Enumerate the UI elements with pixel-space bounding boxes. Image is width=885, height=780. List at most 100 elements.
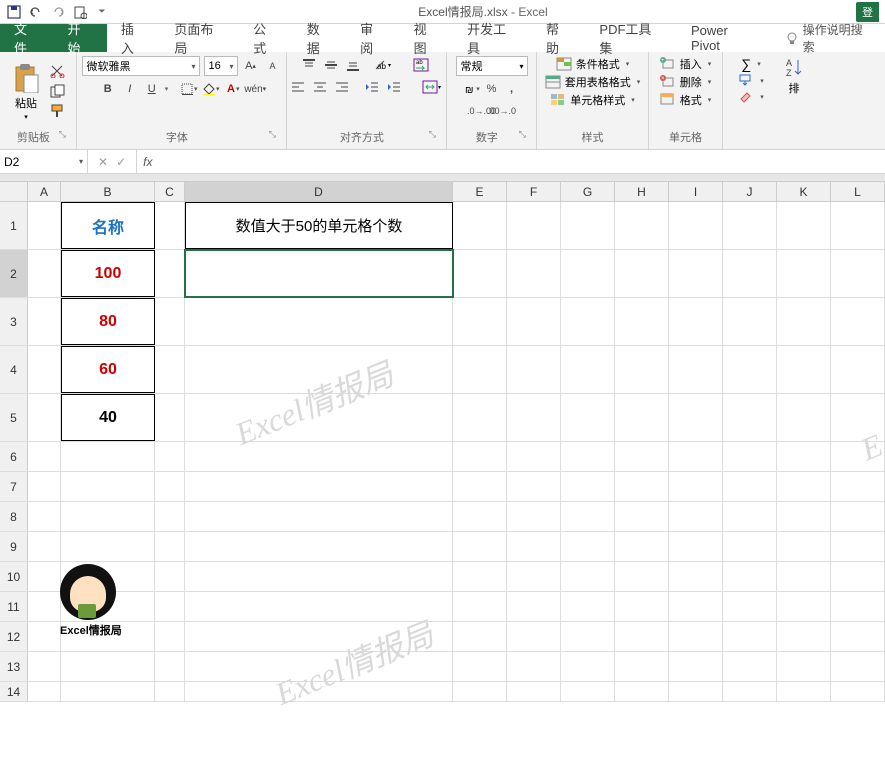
cell-C13[interactable] [155, 652, 185, 681]
cell-L11[interactable] [831, 592, 885, 621]
row-header-2[interactable]: 2 [0, 250, 28, 297]
fx-icon[interactable]: fx [137, 150, 158, 173]
cell-F11[interactable] [507, 592, 561, 621]
cell-K14[interactable] [777, 682, 831, 701]
cell-E4[interactable] [453, 346, 507, 393]
cell-L3[interactable] [831, 298, 885, 345]
font-name-select[interactable]: 微软雅黑 [82, 56, 200, 76]
cell-A2[interactable] [28, 250, 61, 297]
align-left-icon[interactable] [288, 78, 308, 96]
cell-I4[interactable] [669, 346, 723, 393]
align-dialog-icon[interactable]: ⤡ [429, 129, 436, 140]
cell-J13[interactable] [723, 652, 777, 681]
cell-F12[interactable] [507, 622, 561, 651]
cell-D10[interactable] [185, 562, 453, 591]
cell-A4[interactable] [28, 346, 61, 393]
col-header-K[interactable]: K [777, 182, 831, 201]
cell-G9[interactable] [561, 532, 615, 561]
cell-J12[interactable] [723, 622, 777, 651]
cell-J6[interactable] [723, 442, 777, 471]
cell-D1[interactable]: 数值大于50的单元格个数 [185, 202, 453, 249]
cell-G2[interactable] [561, 250, 615, 297]
fill-color-button[interactable] [202, 80, 220, 98]
paste-button[interactable]: 粘贴 ▾ [8, 63, 44, 121]
cell-A10[interactable] [28, 562, 61, 591]
cell-G12[interactable] [561, 622, 615, 651]
col-header-I[interactable]: I [669, 182, 723, 201]
cell-K3[interactable] [777, 298, 831, 345]
cell-J9[interactable] [723, 532, 777, 561]
cell-K10[interactable] [777, 562, 831, 591]
cell-F1[interactable] [507, 202, 561, 249]
number-format-select[interactable]: 常规 [456, 56, 528, 76]
cell-H11[interactable] [615, 592, 669, 621]
cell-E6[interactable] [453, 442, 507, 471]
cell-H7[interactable] [615, 472, 669, 501]
wrap-text-icon[interactable]: ab [407, 56, 435, 74]
cell-H2[interactable] [615, 250, 669, 297]
cell-F13[interactable] [507, 652, 561, 681]
cell-G1[interactable] [561, 202, 615, 249]
cell-L6[interactable] [831, 442, 885, 471]
cell-K4[interactable] [777, 346, 831, 393]
cell-J3[interactable] [723, 298, 777, 345]
cell-J8[interactable] [723, 502, 777, 531]
cell-G11[interactable] [561, 592, 615, 621]
cell-H6[interactable] [615, 442, 669, 471]
cell-A3[interactable] [28, 298, 61, 345]
cell-J7[interactable] [723, 472, 777, 501]
font-dialog-icon[interactable]: ⤡ [269, 129, 276, 140]
tab-help[interactable]: 帮助 [532, 24, 585, 52]
cell-L13[interactable] [831, 652, 885, 681]
cell-C5[interactable] [155, 394, 185, 441]
tab-file[interactable]: 文件 [0, 24, 53, 52]
cell-L12[interactable] [831, 622, 885, 651]
accounting-format-icon[interactable]: ₪ [463, 80, 481, 98]
row-header-12[interactable]: 12 [0, 622, 28, 651]
cell-I8[interactable] [669, 502, 723, 531]
cell-D12[interactable] [185, 622, 453, 651]
col-header-B[interactable]: B [61, 182, 155, 201]
cell-A11[interactable] [28, 592, 61, 621]
copy-icon[interactable] [50, 84, 68, 100]
cell-F10[interactable] [507, 562, 561, 591]
cell-A1[interactable] [28, 202, 61, 249]
cell-B14[interactable] [61, 682, 155, 701]
cell-E8[interactable] [453, 502, 507, 531]
qat-dropdown-icon[interactable]: ⏷ [94, 4, 110, 20]
table-format-button[interactable]: 套用表格格式 [545, 74, 641, 90]
decrease-indent-icon[interactable] [362, 78, 382, 96]
cell-K2[interactable] [777, 250, 831, 297]
row-header-14[interactable]: 14 [0, 682, 28, 701]
col-header-J[interactable]: J [723, 182, 777, 201]
cell-H8[interactable] [615, 502, 669, 531]
cell-B1[interactable]: 名称 [61, 202, 155, 249]
cell-J11[interactable] [723, 592, 777, 621]
cell-I6[interactable] [669, 442, 723, 471]
cell-C2[interactable] [155, 250, 185, 297]
cell-E11[interactable] [453, 592, 507, 621]
cell-F9[interactable] [507, 532, 561, 561]
cell-style-button[interactable]: 单元格样式 [550, 92, 635, 108]
cell-L2[interactable] [831, 250, 885, 297]
cell-G6[interactable] [561, 442, 615, 471]
cell-F3[interactable] [507, 298, 561, 345]
cell-H5[interactable] [615, 394, 669, 441]
cell-K9[interactable] [777, 532, 831, 561]
cell-I3[interactable] [669, 298, 723, 345]
clipboard-dialog-icon[interactable]: ⤡ [59, 129, 66, 140]
cell-I9[interactable] [669, 532, 723, 561]
cell-C6[interactable] [155, 442, 185, 471]
cell-K5[interactable] [777, 394, 831, 441]
align-middle-icon[interactable] [321, 56, 341, 74]
cell-E2[interactable] [453, 250, 507, 297]
name-box-input[interactable] [4, 155, 64, 169]
cell-G7[interactable] [561, 472, 615, 501]
align-right-icon[interactable] [332, 78, 352, 96]
tab-power-pivot[interactable]: Power Pivot [677, 24, 773, 52]
cell-B2[interactable]: 100 [61, 250, 155, 297]
cell-E13[interactable] [453, 652, 507, 681]
cell-K13[interactable] [777, 652, 831, 681]
cell-H14[interactable] [615, 682, 669, 701]
cell-G13[interactable] [561, 652, 615, 681]
